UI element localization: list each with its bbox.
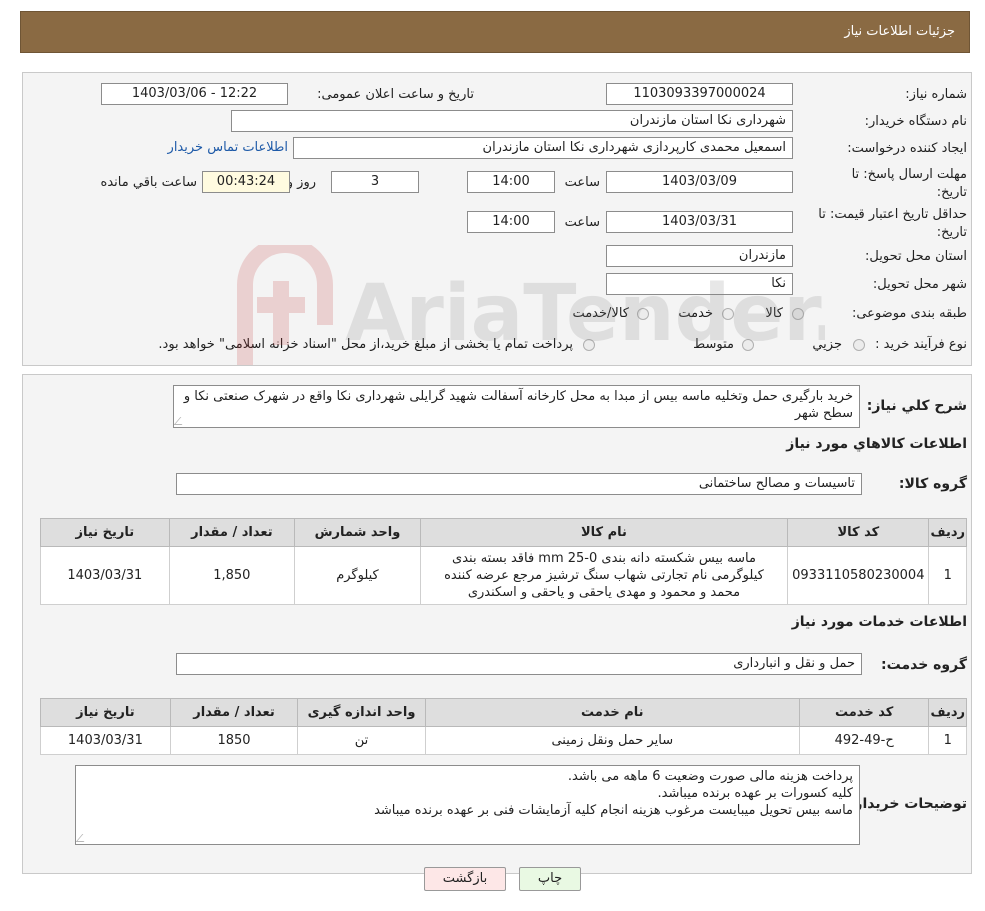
goods-cell-date: 1403/03/31 <box>40 546 170 605</box>
services-col-unit: واحد اندازه گیری <box>297 698 426 727</box>
services-section-title: اطلاعات خدمات مورد نياز <box>791 614 967 630</box>
goods-col-qty: تعداد / مقدار <box>168 518 296 547</box>
process-option-medium: متوسط <box>693 337 734 352</box>
services-cell-unit: تن <box>297 726 426 755</box>
buyer-org-field: شهرداری نکا استان مازندران <box>231 110 793 132</box>
goods-table: رديف کد کالا نام کالا واحد شمارش تعداد /… <box>40 518 967 605</box>
goods-section-title: اطلاعات كالاهاي مورد نياز <box>786 436 967 452</box>
price-date-field: 1403/03/31 <box>606 211 793 233</box>
process-radio-small[interactable] <box>853 339 865 351</box>
process-radio-medium[interactable] <box>742 339 754 351</box>
services-table: رديف کد خدمت نام خدمت واحد اندازه گیری ت… <box>40 698 967 755</box>
goods-col-unit: واحد شمارش <box>294 518 421 547</box>
goods-group-field: تاسیسات و مصالح ساختمانی <box>176 473 862 495</box>
goods-col-date: تاريخ نياز <box>40 518 170 547</box>
services-cell-qty: 1850 <box>169 726 299 755</box>
services-group-label: گروه خدمت: <box>881 657 967 673</box>
services-col-row: رديف <box>928 698 967 727</box>
province-label: استان محل تحویل: <box>865 249 967 264</box>
requester-label: ایجاد کننده درخواست: <box>847 141 967 156</box>
table-row: 1 ح-49-492 سایر حمل ونقل زمینی تن 1850 1… <box>40 726 967 755</box>
province-field: مازندران <box>606 245 793 267</box>
category-radio-goods-service[interactable] <box>637 308 649 320</box>
goods-header-row: رديف کد کالا نام کالا واحد شمارش تعداد /… <box>40 518 967 547</box>
goods-cell-unit: کیلوگرم <box>294 546 421 605</box>
services-col-name: نام خدمت <box>424 698 800 727</box>
category-option-goods: کالا <box>765 306 783 321</box>
goods-col-row: رديف <box>928 518 967 547</box>
services-cell-name: سایر حمل ونقل زمینی <box>424 726 800 755</box>
goods-cell-code: 0933110580230004 <box>787 546 930 605</box>
buyer-notes-line-3: ماسه بیس تحویل میبایست مرغوب هزینه انجام… <box>374 803 853 818</box>
services-col-qty: تعداد / مقدار <box>169 698 299 727</box>
page-header: جزئیات اطلاعات نیاز <box>20 11 970 53</box>
goods-col-name: نام کالا <box>419 518 789 547</box>
back-button[interactable]: بازگشت <box>424 867 506 891</box>
reply-deadline-label: مهلت ارسال پاسخ: تا تاریخ: <box>851 167 967 200</box>
services-cell-row: 1 <box>928 726 967 755</box>
buyer-notes-line-2: کلیه کسورات بر عهده برنده میباشد. <box>657 786 853 801</box>
buyer-notes-line-1: پرداخت هزینه مالی صورت وضعیت 6 ماهه می ب… <box>567 769 853 784</box>
category-option-goods-service: کالا/خدمت <box>572 306 629 321</box>
services-header-row: رديف کد خدمت نام خدمت واحد اندازه گیری ت… <box>40 698 967 727</box>
announce-field: 1403/03/06 - 12:22 <box>101 83 288 105</box>
goods-cell-qty: 1,850 <box>168 546 296 605</box>
category-label: طبقه بندی موضوعی: <box>851 306 967 321</box>
process-note: پرداخت تمام یا بخشی از مبلغ خرید،از محل … <box>158 337 573 352</box>
process-label: نوع فرآیند خرید : <box>875 337 967 352</box>
process-option-small: جزيي <box>812 337 842 352</box>
resize-handle-icon[interactable] <box>75 834 91 842</box>
reply-date-field: 1403/03/09 <box>606 171 793 193</box>
services-cell-code: ح-49-492 <box>798 726 930 755</box>
remaining-label: ساعت باقي مانده <box>100 175 197 190</box>
services-col-date: تاريخ نياز <box>40 698 171 727</box>
price-time-label: ساعت <box>564 215 600 230</box>
buyer-org-label: نام دستگاه خریدار: <box>864 114 967 129</box>
buyer-notes-textarea[interactable]: پرداخت هزینه مالی صورت وضعیت 6 ماهه می ب… <box>75 765 860 845</box>
reply-time-label: ساعت <box>564 175 600 190</box>
process-treasury-checkbox[interactable] <box>583 339 595 351</box>
services-group-field: حمل و نقل و انبارداری <box>176 653 862 675</box>
remaining-days-field: 3 <box>331 171 419 193</box>
description-label: شرح کلي نياز: <box>866 398 967 414</box>
city-field: نکا <box>606 273 793 295</box>
category-option-service: خدمت <box>678 306 713 321</box>
description-text: خرید بارگیری حمل وتخلیه ماسه بیس از مبدا… <box>183 389 853 421</box>
buyer-notes-label: توضیحات خریدار: <box>848 796 967 812</box>
category-radio-service[interactable] <box>722 308 734 320</box>
resize-handle-icon[interactable] <box>173 417 189 425</box>
table-row: 1 0933110580230004 ماسه بیس شکسته دانه ب… <box>40 546 967 605</box>
page-title: جزئیات اطلاعات نیاز <box>844 24 955 39</box>
print-button[interactable]: چاپ <box>519 867 581 891</box>
reply-time-field: 14:00 <box>467 171 555 193</box>
services-col-code: کد خدمت <box>798 698 930 727</box>
need-number-label: شماره نیاز: <box>905 87 967 102</box>
need-number-field: 1103093397000024 <box>606 83 793 105</box>
price-validity-label: حداقل تاریخ اعتبار قیمت: تا تاریخ: <box>818 207 967 240</box>
services-cell-date: 1403/03/31 <box>40 726 171 755</box>
goods-cell-name: ماسه بیس شکسته دانه بندی mm 25-0 فاقد بس… <box>419 546 789 605</box>
announce-label: تاریخ و ساعت اعلان عمومی: <box>317 87 474 102</box>
goods-cell-row: 1 <box>928 546 967 605</box>
days-label: روز و <box>286 175 316 190</box>
category-radio-goods[interactable] <box>792 308 804 320</box>
description-textarea[interactable]: خرید بارگیری حمل وتخلیه ماسه بیس از مبدا… <box>173 385 860 428</box>
goods-group-label: گروه کالا: <box>898 476 967 492</box>
city-label: شهر محل تحویل: <box>872 277 967 292</box>
remaining-time-field: 00:43:24 <box>202 171 290 193</box>
requester-field: اسمعیل محمدی کارپردازی شهرداری نکا استان… <box>293 137 793 159</box>
buyer-contact-link[interactable]: اطلاعات تماس خریدار <box>168 140 288 155</box>
goods-col-code: کد کالا <box>787 518 930 547</box>
price-time-field: 14:00 <box>467 211 555 233</box>
